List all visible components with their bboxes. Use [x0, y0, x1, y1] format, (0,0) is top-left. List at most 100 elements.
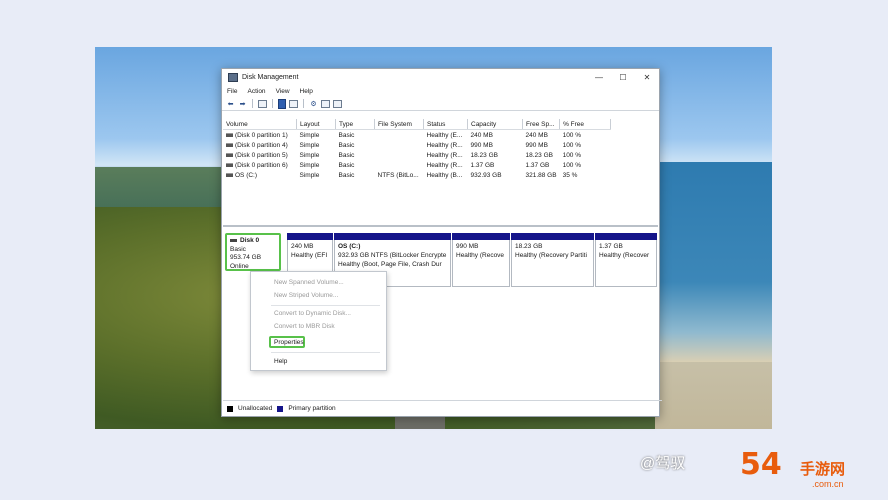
free-space-cell: 1.37 GB [525, 161, 550, 169]
layout-cell: Simple [299, 141, 320, 149]
volume-icon [226, 152, 233, 157]
legend-primary-partition: Primary partition [288, 405, 336, 412]
status-cell: Healthy (R... [426, 151, 463, 159]
rescan-disks-icon[interactable] [321, 99, 330, 108]
percent-free-cell: 35 % [562, 171, 578, 179]
unallocated-swatch [227, 405, 233, 412]
table-row[interactable]: (Disk 0 partition 4) Simple Basic Health… [223, 140, 611, 150]
help-book-icon[interactable] [278, 98, 286, 109]
column-header-type[interactable]: Type [335, 119, 375, 130]
type-cell: Basic [338, 141, 355, 149]
free-space-cell: 18.23 GB [525, 151, 553, 159]
disk-icon [230, 238, 237, 242]
column-header-percent-free[interactable]: % Free [559, 119, 612, 130]
watermark-domain: .com.cn [812, 479, 844, 489]
minimize-button[interactable]: — [587, 73, 611, 82]
volume-table: Volume Layout Type File System Status Ca… [223, 119, 612, 180]
file-system-cell [375, 160, 424, 170]
menu-divider [271, 352, 380, 353]
partition-status: Healthy (Recover [599, 252, 650, 259]
partition-recovery-2[interactable]: 18.23 GB Healthy (Recovery Partiti [511, 233, 594, 287]
watermark-text: @驾驭 [640, 455, 686, 472]
partition-status: Healthy (Boot, Page File, Crash Dur [338, 261, 442, 268]
menu-item-help[interactable]: Help [274, 358, 287, 365]
column-header-volume[interactable]: Volume [223, 119, 297, 130]
status-cell: Healthy (E... [426, 131, 463, 139]
free-space-cell: 990 MB [525, 141, 548, 149]
disk-management-icon [228, 73, 238, 82]
status-cell: Healthy (R... [426, 141, 463, 149]
column-header-file-system[interactable]: File System [374, 119, 424, 130]
properties-icon[interactable] [333, 99, 342, 108]
column-header-layout[interactable]: Layout [296, 119, 336, 130]
partition-status: Healthy (EFI [291, 252, 328, 259]
title-bar[interactable]: Disk Management — ☐ ✕ [222, 69, 659, 86]
file-system-cell: NTFS (BitLo... [377, 171, 419, 179]
menu-file[interactable]: File [227, 88, 237, 95]
forward-arrow-icon[interactable]: ➡ [238, 100, 247, 108]
toolbar-separator [252, 99, 253, 108]
connect-disk-icon[interactable]: ⚙ [309, 100, 318, 108]
window-title: Disk Management [242, 74, 299, 81]
primary-partition-swatch [277, 405, 284, 412]
maximize-button[interactable]: ☐ [611, 73, 635, 82]
toolbar-separator [272, 99, 273, 108]
type-cell: Basic [338, 161, 355, 169]
column-header-free-space[interactable]: Free Sp... [522, 119, 561, 130]
partition-size: 240 MB [291, 243, 314, 250]
context-menu: New Spanned Volume... New Striped Volume… [250, 271, 387, 371]
menu-action[interactable]: Action [247, 88, 265, 95]
back-arrow-icon[interactable]: ⬅ [226, 100, 235, 108]
menu-item-new-striped-volume[interactable]: New Striped Volume... [274, 292, 338, 299]
disk-0-label[interactable]: Disk 0 Basic 953.74 GB Online [225, 233, 281, 271]
menu-item-convert-mbr[interactable]: Convert to MBR Disk [274, 323, 335, 330]
type-cell: Basic [338, 171, 355, 179]
volume-icon [226, 142, 233, 147]
column-header-status[interactable]: Status [423, 119, 468, 130]
watermark-logo: 54 [740, 447, 782, 482]
partition-size: 1.37 GB [599, 243, 623, 250]
layout-cell: Simple [299, 171, 320, 179]
layout-cell: Simple [299, 131, 320, 139]
free-space-cell: 240 MB [525, 131, 548, 139]
partition-recovery-3[interactable]: 1.37 GB Healthy (Recover [595, 233, 657, 287]
table-row[interactable]: (Disk 0 partition 1) Simple Basic Health… [223, 130, 611, 141]
volume-cell: (Disk 0 partition 4) [223, 140, 297, 150]
file-system-cell [375, 140, 424, 150]
partition-recovery-1[interactable]: 990 MB Healthy (Recove [452, 233, 510, 287]
legend-unallocated: Unallocated [238, 405, 273, 412]
list-view-icon[interactable] [289, 99, 298, 108]
capacity-cell: 990 MB [470, 141, 493, 149]
partition-status: Healthy (Recove [456, 252, 505, 259]
capacity-cell: 240 MB [470, 131, 493, 139]
status-cell: Healthy (B... [426, 171, 463, 179]
table-row[interactable]: OS (C:) Simple Basic NTFS (BitLo... Heal… [223, 170, 611, 180]
status-cell: Healthy (R... [426, 161, 463, 169]
layout-cell: Simple [299, 161, 320, 169]
menu-view[interactable]: View [276, 88, 290, 95]
table-row[interactable]: (Disk 0 partition 5) Simple Basic Health… [223, 150, 611, 160]
volume-table-header: Volume Layout Type File System Status Ca… [223, 119, 612, 130]
menu-help[interactable]: Help [300, 88, 313, 95]
partition-size: 18.23 GB [515, 243, 543, 250]
free-space-cell: 321.88 GB [525, 171, 557, 179]
volume-cell: OS (C:) [223, 170, 297, 180]
volume-icon [226, 132, 233, 137]
type-cell: Basic [338, 131, 355, 139]
menu-item-properties[interactable]: Properties [274, 339, 304, 346]
partition-size: 932.93 GB NTFS (BitLocker Encrypte [338, 252, 447, 259]
menu-bar: File Action View Help [222, 86, 659, 97]
menu-item-new-spanned-volume[interactable]: New Spanned Volume... [274, 279, 344, 286]
menu-item-convert-dynamic[interactable]: Convert to Dynamic Disk... [274, 310, 351, 317]
column-header-capacity[interactable]: Capacity [467, 119, 523, 130]
close-button[interactable]: ✕ [635, 73, 659, 82]
table-row[interactable]: (Disk 0 partition 6) Simple Basic Health… [223, 160, 611, 170]
disk-name: Disk 0 [240, 237, 260, 244]
partition-color-bar [511, 233, 594, 240]
console-tree-icon[interactable] [258, 99, 267, 108]
watermark-brand: 手游网 [800, 461, 846, 478]
percent-free-cell: 100 % [562, 151, 582, 159]
volume-cell: (Disk 0 partition 1) [223, 130, 297, 141]
volume-list-pane: Volume Layout Type File System Status Ca… [223, 119, 658, 227]
menu-divider [271, 305, 380, 306]
